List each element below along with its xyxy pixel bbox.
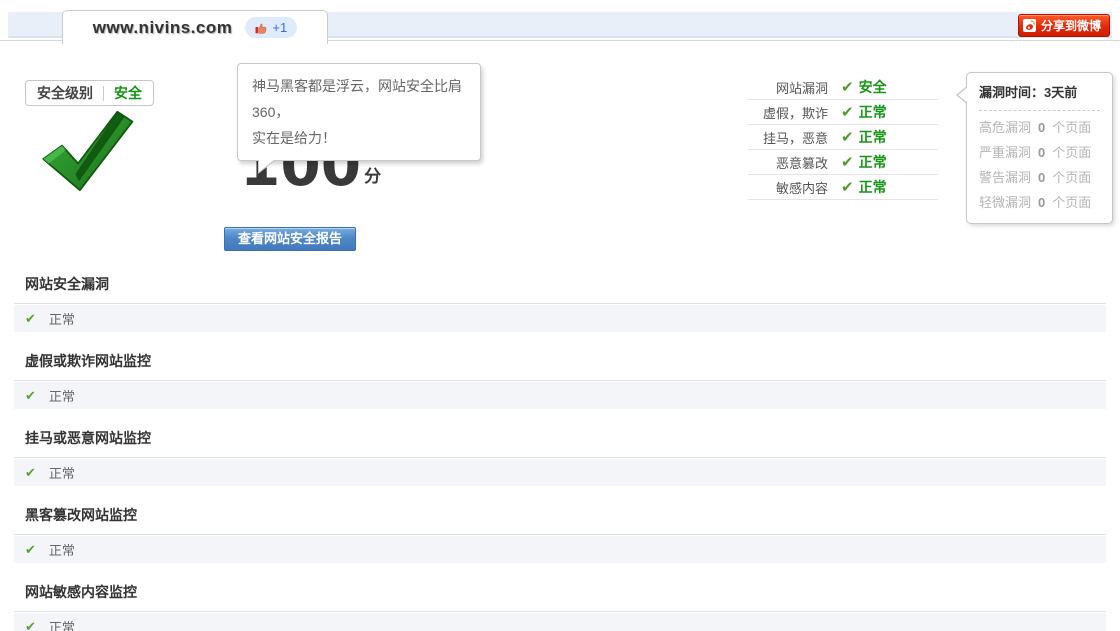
check-icon: ✔ (841, 105, 854, 120)
vuln-item-unit: 个页面 (1052, 165, 1091, 190)
status-row-malware: 挂马，恶意 ✔ 正常 (748, 125, 938, 150)
check-icon: ✔ (25, 312, 36, 325)
status-label: 恶意篡改 (748, 153, 828, 172)
section-tamper: 黑客篡改网站监控 ✔ 正常 (14, 497, 1106, 563)
share-weibo-label: 分享到微博 (1041, 17, 1101, 34)
vuln-item-count: 0 (1038, 190, 1045, 215)
speech-bubble: 神马黑客都是浮云，网站安全比肩360， 实在是给力！ (237, 63, 481, 161)
badge-divider (103, 86, 104, 101)
score-unit: 分 (364, 162, 381, 194)
check-icon: ✔ (25, 466, 36, 479)
vuln-item-label: 警告漏洞 (979, 165, 1031, 190)
vuln-time-panel: 漏洞时间：3天前 高危漏洞 0 个页面 严重漏洞 0 个页面 警告漏洞 0 个页… (966, 72, 1113, 224)
share-weibo-button[interactable]: 分享到微博 (1018, 14, 1110, 37)
status-label: 敏感内容 (748, 178, 828, 197)
bubble-text-line2: 实在是给力！ (252, 125, 466, 151)
thumb-up-icon (255, 22, 267, 34)
status-label: 挂马，恶意 (748, 128, 828, 147)
section-vulnerability: 网站安全漏洞 ✔ 正常 (14, 266, 1106, 332)
vuln-item-count: 0 (1038, 165, 1045, 190)
vuln-item-count: 0 (1038, 140, 1045, 165)
status-value: 正常 (859, 152, 887, 172)
status-label: 虚假，欺诈 (748, 103, 828, 122)
section-phishing: 虚假或欺诈网站监控 ✔ 正常 (14, 343, 1106, 409)
vuln-item-label: 轻微漏洞 (979, 190, 1031, 215)
vuln-item-high: 高危漏洞 0 个页面 (979, 115, 1100, 140)
site-tab[interactable]: www.nivins.com +1 (62, 10, 328, 44)
section-status: 正常 (49, 386, 75, 405)
status-value: 正常 (859, 102, 887, 122)
vuln-item-label: 严重漏洞 (979, 140, 1031, 165)
check-icon: ✔ (25, 543, 36, 556)
section-malware: 挂马或恶意网站监控 ✔ 正常 (14, 420, 1106, 486)
vuln-item-unit: 个页面 (1052, 115, 1091, 140)
monitor-sections: 网站安全漏洞 ✔ 正常 虚假或欺诈网站监控 ✔ 正常 挂马或恶意网站监控 ✔ 正… (0, 266, 1120, 631)
status-label: 网站漏洞 (748, 78, 828, 97)
vuln-panel-title: 漏洞时间：3天前 (979, 82, 1100, 111)
plus-one-badge[interactable]: +1 (245, 17, 297, 38)
security-level-value: 安全 (114, 83, 142, 103)
status-list: 网站漏洞 ✔ 安全 虚假，欺诈 ✔ 正常 挂马，恶意 ✔ 正常 恶意篡改 ✔ 正… (748, 75, 938, 200)
check-icon: ✔ (841, 155, 854, 170)
security-report-page: www.nivins.com +1 分享到微博 安全级别 安全 (0, 0, 1120, 631)
status-value: 正常 (859, 177, 887, 197)
section-status-row: ✔ 正常 (14, 459, 1106, 486)
vuln-panel-items: 高危漏洞 0 个页面 严重漏洞 0 个页面 警告漏洞 0 个页面 轻微漏洞 0 … (979, 111, 1100, 215)
section-status-row: ✔ 正常 (14, 613, 1106, 631)
plus-one-count: +1 (272, 20, 287, 35)
site-domain: www.nivins.com (93, 18, 233, 38)
status-row-vulnerability: 网站漏洞 ✔ 安全 (748, 75, 938, 100)
vuln-item-unit: 个页面 (1052, 190, 1091, 215)
section-status: 正常 (49, 540, 75, 559)
section-status-row: ✔ 正常 (14, 536, 1106, 563)
check-icon: ✔ (841, 180, 854, 195)
status-row-phishing: 虚假，欺诈 ✔ 正常 (748, 100, 938, 125)
bubble-text-line1: 神马黑客都是浮云，网站安全比肩360， (252, 73, 466, 125)
vuln-item-count: 0 (1038, 115, 1045, 140)
check-icon: ✔ (841, 80, 854, 95)
vuln-item-unit: 个页面 (1052, 140, 1091, 165)
view-report-button[interactable]: 查看网站安全报告 (224, 227, 356, 251)
vuln-item-minor: 轻微漏洞 0 个页面 (979, 190, 1100, 215)
section-status: 正常 (49, 309, 75, 328)
status-value: 安全 (859, 77, 887, 97)
section-status: 正常 (49, 463, 75, 482)
big-checkmark-icon (38, 108, 136, 194)
status-row-sensitive: 敏感内容 ✔ 正常 (748, 175, 938, 200)
check-icon: ✔ (25, 389, 36, 402)
vuln-item-warning: 警告漏洞 0 个页面 (979, 165, 1100, 190)
weibo-icon (1023, 19, 1036, 32)
section-status-row: ✔ 正常 (14, 382, 1106, 409)
status-row-tamper: 恶意篡改 ✔ 正常 (748, 150, 938, 175)
vuln-item-severe: 严重漏洞 0 个页面 (979, 140, 1100, 165)
vuln-item-label: 高危漏洞 (979, 115, 1031, 140)
section-status: 正常 (49, 617, 75, 631)
security-level-label: 安全级别 (37, 83, 93, 103)
section-title: 虚假或欺诈网站监控 (14, 343, 1106, 381)
status-value: 正常 (859, 127, 887, 147)
check-icon: ✔ (25, 620, 36, 631)
security-level-badge: 安全级别 安全 (25, 80, 154, 106)
section-title: 黑客篡改网站监控 (14, 497, 1106, 535)
section-title: 挂马或恶意网站监控 (14, 420, 1106, 458)
section-title: 网站敏感内容监控 (14, 574, 1106, 612)
check-icon: ✔ (841, 130, 854, 145)
section-status-row: ✔ 正常 (14, 305, 1106, 332)
section-sensitive: 网站敏感内容监控 ✔ 正常 (14, 574, 1106, 631)
section-title: 网站安全漏洞 (14, 266, 1106, 304)
